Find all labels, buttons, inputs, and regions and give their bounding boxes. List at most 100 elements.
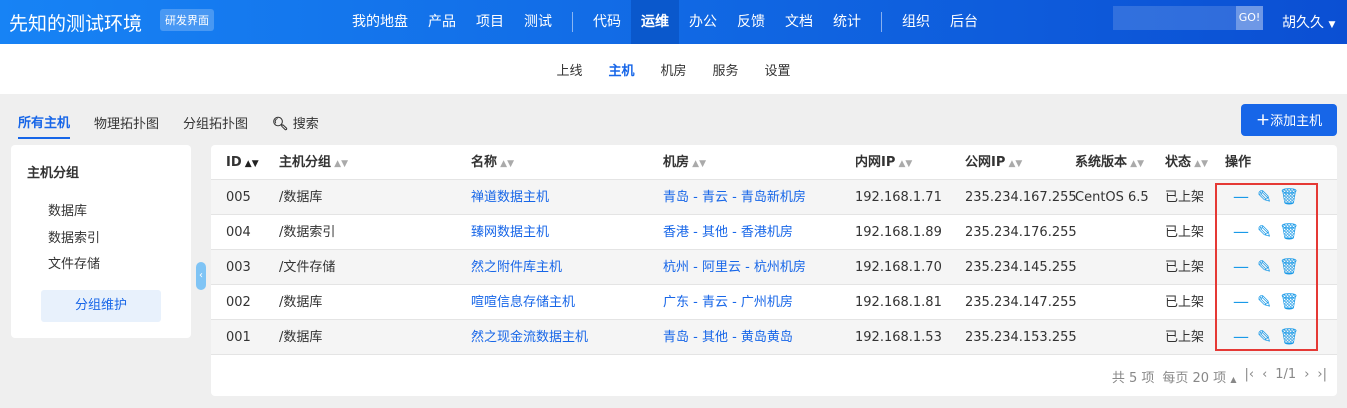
nav-item-6[interactable]: 办公 [679,0,727,44]
nav-item-1[interactable]: 产品 [418,0,466,44]
subnav-item-1[interactable]: 主机 [608,60,634,79]
table-row: 001/数据库 然之现金流数据主机 青岛 - 其他 - 黄岛黄岛 192.168.1.… [211,320,1337,355]
nav-item-0[interactable]: 我的地盘 [342,0,418,44]
nav-item-10[interactable]: 组织 [892,0,940,44]
go-button[interactable]: GO! [1236,6,1263,30]
column-header-0[interactable]: ID ▲▼ [226,145,259,182]
status-cell: 已上架 [1165,225,1205,240]
subnav-item-4[interactable]: 设置 [765,60,791,79]
id-cell: 001 [226,330,251,345]
column-header-label: 公网IP [965,155,1006,170]
room-cell[interactable]: 杭州 - 阿里云 - 杭州机房 [663,250,806,285]
table-row: 004/数据索引 臻网数据主机 香港 - 其他 - 香港机房 192.168.1.89… [211,215,1337,250]
search-tab[interactable]: 🔍︎ 搜索 [272,113,319,138]
column-header-6[interactable]: 系统版本 ▲▼ [1075,145,1144,182]
sort-icon[interactable]: ▲▼ [689,159,706,169]
id-cell: 003 [226,260,251,275]
column-header-5[interactable]: 公网IP ▲▼ [965,145,1022,182]
search-icon: 🔍︎ [272,117,289,132]
sort-icon[interactable]: ▲▼ [895,159,913,169]
group-cell: /数据库 [279,330,323,345]
public-ip-cell: 235.234.147.255 [965,295,1077,310]
tab-all-hosts[interactable]: 所有主机 [18,112,71,139]
name-cell[interactable]: 然之现金流数据主机 [471,320,588,355]
nav-item-11[interactable]: 后台 [940,0,988,44]
next-page-icon[interactable]: › [1304,367,1309,386]
public-ip-cell: 235.234.167.255 [965,190,1077,205]
add-host-button[interactable]: +添加主机 [1241,104,1337,136]
table-row: 002/数据库 喧喧信息存储主机 广东 - 青云 - 广州机房 192.168.1.8… [211,285,1337,320]
column-header-label: 状态 [1165,155,1192,170]
subnav-item-3[interactable]: 服务 [713,60,739,79]
tab-group-topology[interactable]: 分组拓扑图 [183,113,248,138]
nav-item-4[interactable]: 代码 [583,0,631,44]
room-cell[interactable]: 青岛 - 其他 - 黄岛黄岛 [663,320,793,355]
name-cell[interactable]: 臻网数据主机 [471,215,549,250]
nav-item-3[interactable]: 测试 [514,0,562,44]
status-cell: 已上架 [1165,295,1205,310]
caret-up-icon: ▲ [1230,375,1237,384]
column-header-8: 操作 [1225,145,1251,180]
actions-highlight [1215,183,1318,351]
nav-item-9[interactable]: 统计 [823,0,871,44]
nav-item-2[interactable]: 项目 [466,0,514,44]
sort-icon[interactable]: ▲▼ [242,159,259,169]
column-header-label: 操作 [1225,155,1252,170]
name-cell[interactable]: 禅道数据主机 [471,180,549,215]
id-cell: 004 [226,225,251,240]
sort-icon[interactable]: ▲▼ [1191,159,1208,169]
inner-ip-cell: 192.168.1.81 [855,295,942,310]
column-header-7[interactable]: 状态 ▲▼ [1165,145,1208,182]
sort-icon[interactable]: ▲▼ [331,159,348,169]
host-tabs: 所有主机 物理拓扑图 分组拓扑图 🔍︎ 搜索 [18,112,319,139]
id-cell: 005 [226,190,251,205]
public-ip-cell: 235.234.176.255 [965,225,1077,240]
name-cell[interactable]: 喧喧信息存储主机 [471,285,575,320]
nav-item-7[interactable]: 反馈 [727,0,775,44]
status-cell: 已上架 [1165,260,1205,275]
last-page-icon[interactable]: ›| [1317,367,1327,386]
sort-icon[interactable]: ▲▼ [1127,159,1144,169]
page-size-select[interactable]: 每页 20 项 ▲ [1162,367,1236,386]
room-cell[interactable]: 青岛 - 青云 - 青岛新机房 [663,180,806,215]
user-menu[interactable]: 胡久久 ▼ [1282,12,1335,32]
name-cell[interactable]: 然之附件库主机 [471,250,562,285]
sidebar-item-database[interactable]: 数据库 [48,200,87,219]
subnav-item-0[interactable]: 上线 [556,60,582,79]
group-cell: /数据索引 [279,225,336,240]
sub-nav: 上线 主机 机房 服务 设置 [0,44,1347,94]
sidebar-item-index[interactable]: 数据索引 [48,227,100,246]
inner-ip-cell: 192.168.1.53 [855,330,942,345]
status-cell: 已上架 [1165,330,1205,345]
subnav-item-2[interactable]: 机房 [660,60,686,79]
column-header-1[interactable]: 主机分组 ▲▼ [279,145,348,182]
inner-ip-cell: 192.168.1.70 [855,260,942,275]
pagination: 共 5 项 每页 20 项 ▲ |‹ ‹ 1/1 › ›| [1112,367,1327,386]
group-maintain-button[interactable]: 分组维护 [41,290,161,322]
id-cell: 002 [226,295,251,310]
prev-page-icon[interactable]: ‹ [1262,367,1267,386]
first-page-icon[interactable]: |‹ [1244,367,1254,386]
column-header-2[interactable]: 名称 ▲▼ [471,145,514,182]
nav-divider [881,12,882,32]
column-header-label: 内网IP [855,155,896,170]
column-header-label: 系统版本 [1075,155,1128,170]
sort-icon[interactable]: ▲▼ [1005,159,1023,169]
table-row: 003/文件存储 然之附件库主机 杭州 - 阿里云 - 杭州机房 192.168.1.… [211,250,1337,285]
nav-item-8[interactable]: 文档 [775,0,823,44]
room-cell[interactable]: 广东 - 青云 - 广州机房 [663,285,793,320]
main-nav: 我的地盘 产品 项目 测试 代码 运维 办公 反馈 文档 统计 组织 后台 [342,0,988,44]
tab-physical-topology[interactable]: 物理拓扑图 [94,113,159,138]
caret-down-icon: ▼ [1328,20,1336,30]
column-header-label: 名称 [471,155,498,170]
page-size-label: 每页 20 项 [1162,371,1227,386]
column-header-4[interactable]: 内网IP ▲▼ [855,145,912,182]
column-header-3[interactable]: 机房 ▲▼ [663,145,706,182]
status-cell: 已上架 [1165,190,1205,205]
nav-item-5[interactable]: 运维 [631,0,679,44]
nav-divider [572,12,573,32]
room-cell[interactable]: 香港 - 其他 - 香港机房 [663,215,793,250]
collapse-sidebar-icon[interactable]: ‹ [196,262,206,290]
sidebar-item-file-storage[interactable]: 文件存储 [48,253,100,272]
sort-icon[interactable]: ▲▼ [497,159,514,169]
